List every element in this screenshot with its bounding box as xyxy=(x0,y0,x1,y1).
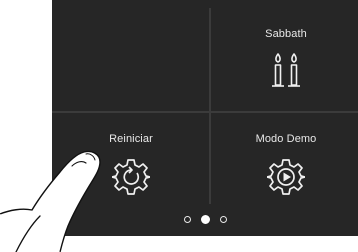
gear-reset-icon xyxy=(112,159,150,195)
candles-icon xyxy=(272,53,300,87)
tile-divider-horizontal xyxy=(52,111,358,113)
page-dot-3[interactable] xyxy=(219,216,227,223)
page-dot-2-active[interactable] xyxy=(200,215,210,224)
demo-mode-tile[interactable]: Modo Demo xyxy=(211,116,358,216)
demo-mode-label: Modo Demo xyxy=(255,133,317,145)
gear-play-icon xyxy=(267,159,305,195)
sabbath-label: Sabbath xyxy=(265,28,307,40)
page-dot-1[interactable] xyxy=(183,216,191,223)
page-indicator[interactable] xyxy=(52,215,358,224)
reset-label: Reiniciar xyxy=(109,133,153,145)
sabbath-tile[interactable]: Sabbath xyxy=(211,8,358,108)
control-panel-screen: Sabbath Reiniciar Modo Demo xyxy=(52,0,358,236)
empty-tile xyxy=(56,8,206,108)
reset-tile[interactable]: Reiniciar xyxy=(56,116,206,216)
